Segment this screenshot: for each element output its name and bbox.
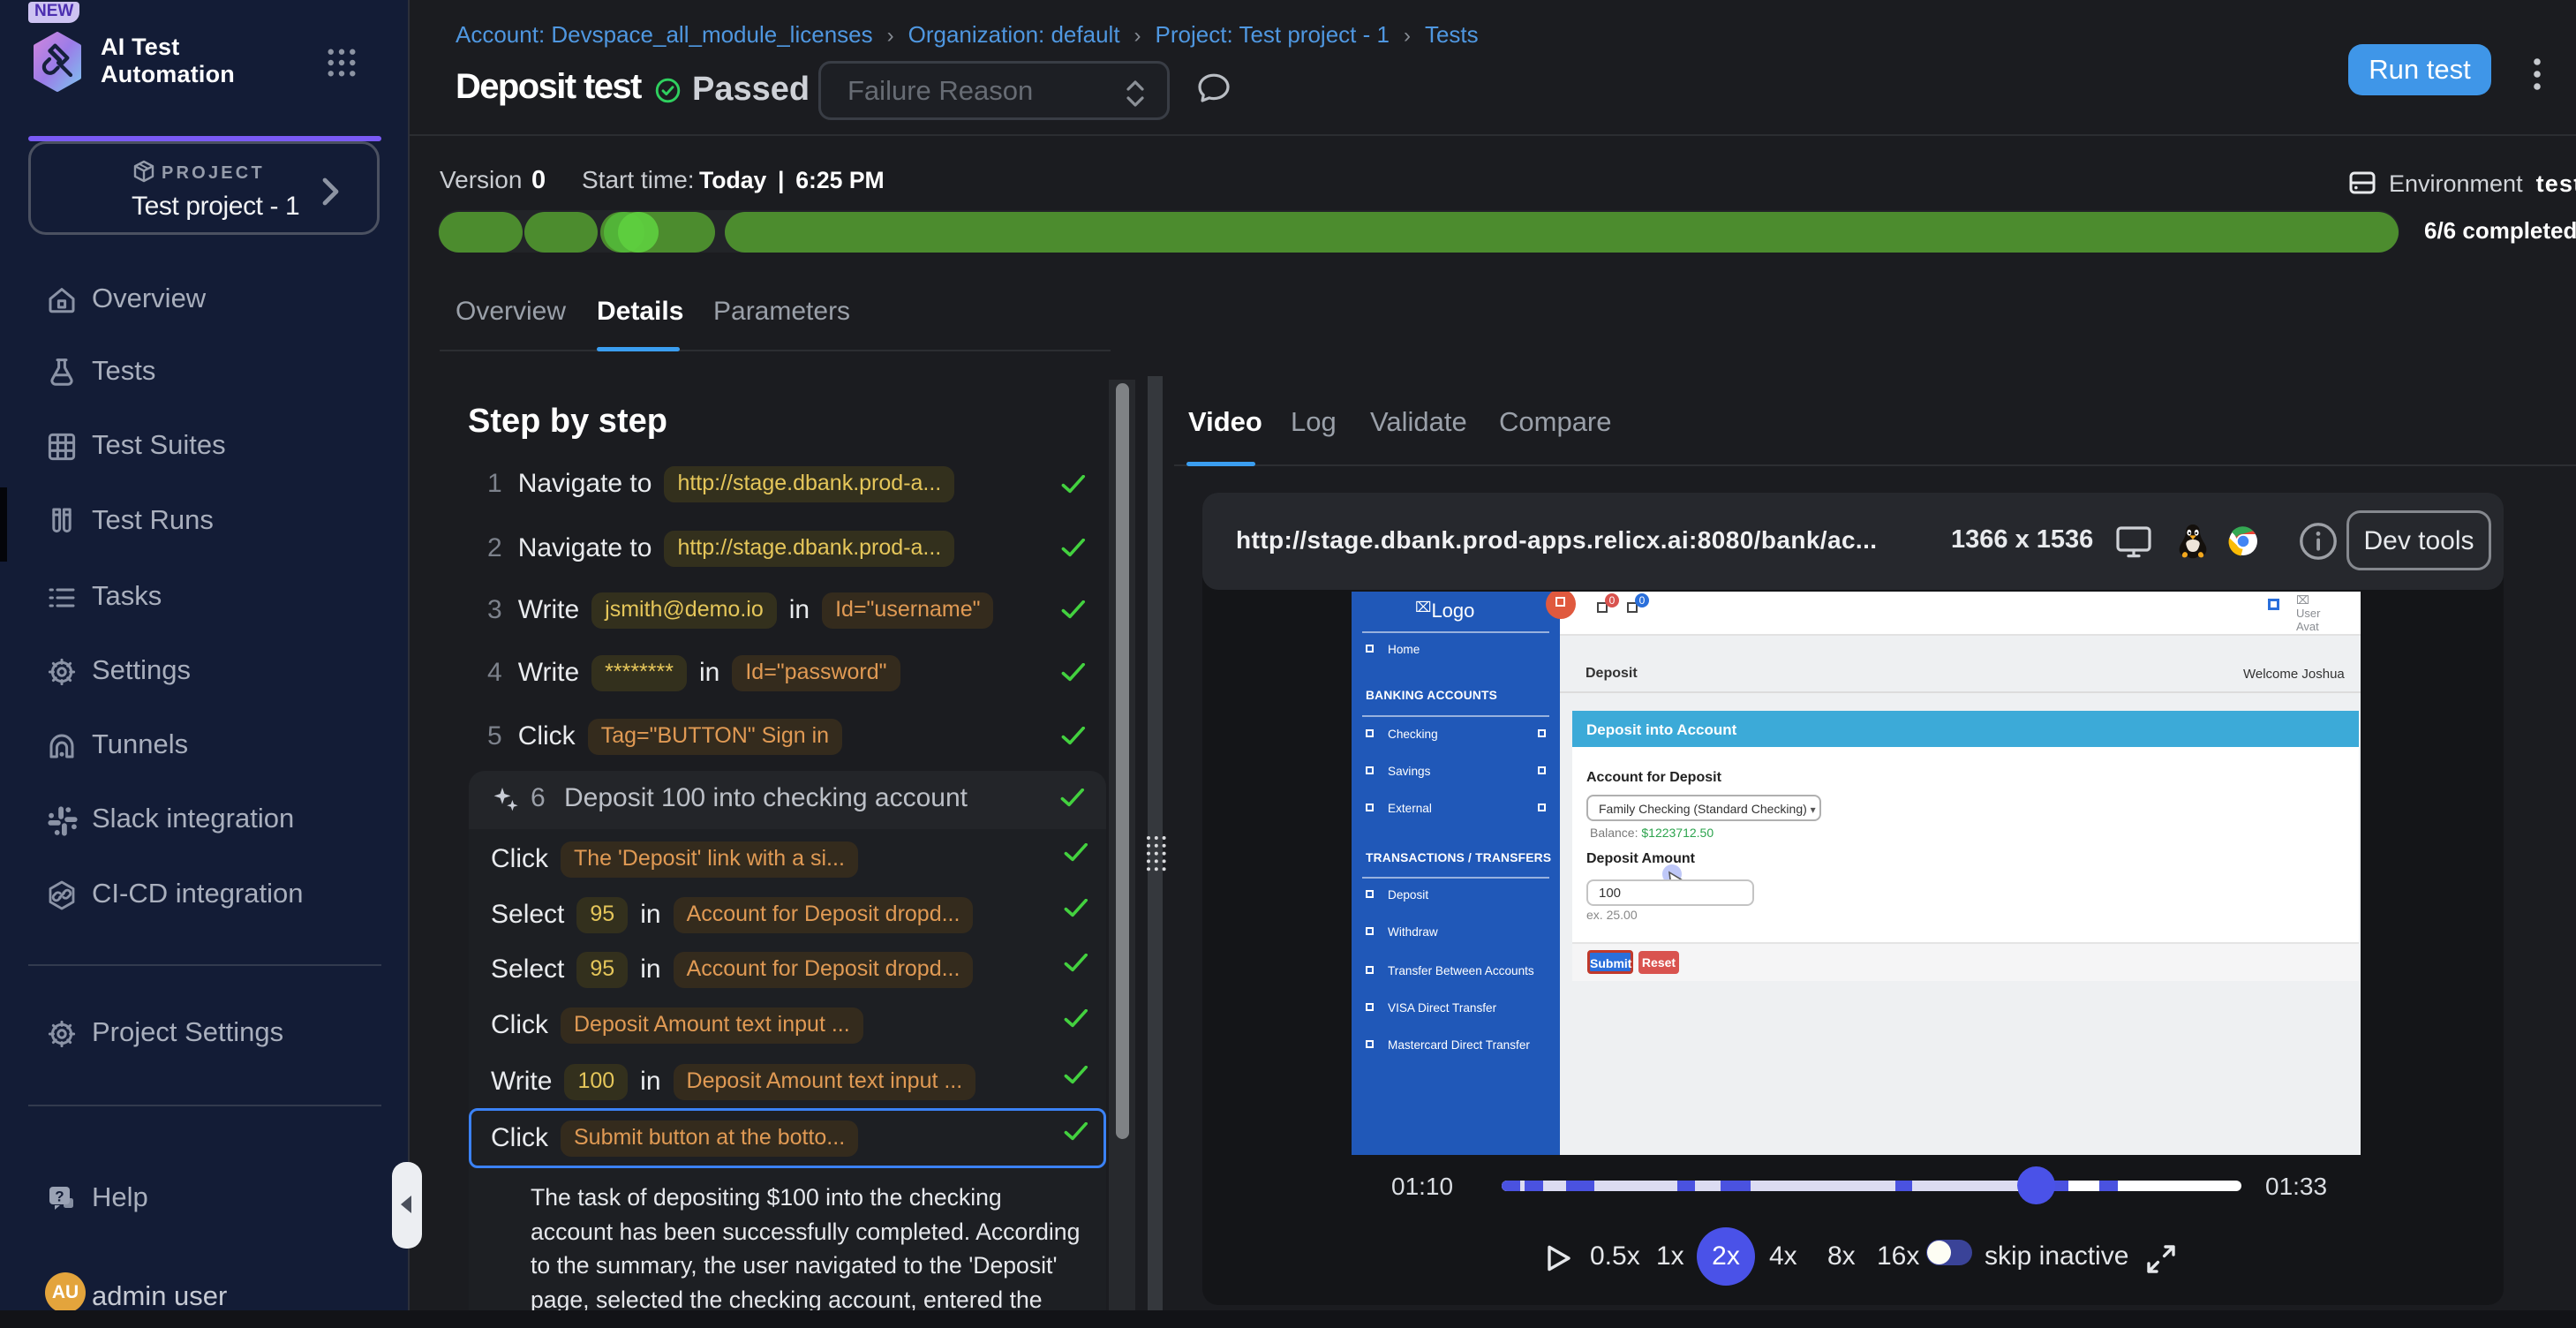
svg-text:?: ? xyxy=(55,1188,64,1204)
